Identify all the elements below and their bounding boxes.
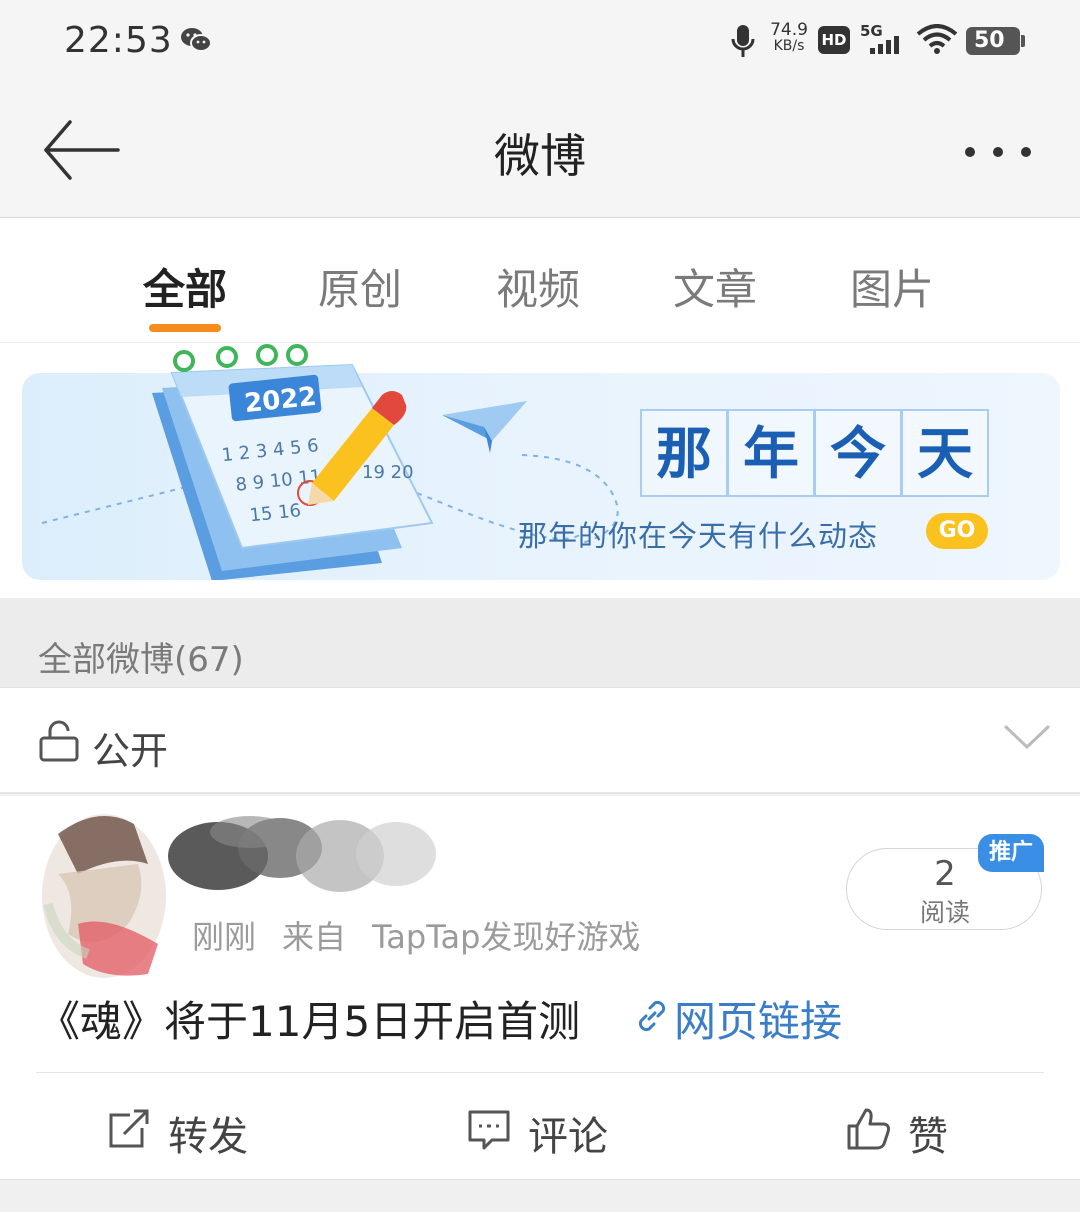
visibility-filter[interactable]: 公开 (0, 688, 1080, 794)
promote-badge[interactable]: 推广 (978, 834, 1044, 872)
go-button[interactable]: GO (926, 513, 988, 549)
post-meta: 刚刚 来自 TapTap发现好游戏 (192, 912, 640, 958)
svg-text:19 20: 19 20 (362, 462, 414, 483)
comment-icon (468, 1110, 510, 1150)
post-divider (36, 1072, 1044, 1073)
active-tab-indicator (149, 324, 221, 332)
nav-header: 微博 (0, 84, 1080, 218)
banner-title-char: 那 (640, 409, 728, 497)
network-type-label: 5G (860, 22, 883, 40)
tab-article[interactable]: 文章 (655, 256, 775, 317)
repost-label: 转发 (168, 1114, 248, 1160)
filter-tabs: 全部 原创 视频 文章 图片 (0, 218, 1080, 343)
avatar[interactable] (38, 804, 170, 980)
visibility-label: 公开 (92, 729, 169, 773)
post-source-prefix: 来自 (282, 918, 347, 956)
link-icon (638, 1000, 666, 1032)
unlock-icon (39, 720, 79, 762)
comment-label: 评论 (528, 1114, 608, 1160)
status-bar: 22:53 74.9 KB/s HD 5G 50 (0, 0, 1080, 84)
banner-title-char: 今 (814, 409, 902, 497)
username-obscured[interactable] (160, 806, 450, 902)
repost-button[interactable]: 转发 (106, 1100, 266, 1160)
on-this-day-banner[interactable]: 2022 1 2 3 4 5 6 8 9 10 11 12 15 16 19 2… (22, 344, 1060, 580)
post-time: 刚刚 (192, 918, 257, 956)
tab-original[interactable]: 原创 (300, 256, 420, 317)
comment-button[interactable]: 评论 (466, 1100, 626, 1160)
post-card: 刚刚 来自 TapTap发现好游戏 2 阅读 推广 《魂》将于11月5日开启首测 网… (0, 796, 1080, 1180)
microphone-icon (731, 25, 755, 57)
post-text: 《魂》将于11月5日开启首测 (38, 997, 581, 1046)
banner-area: 2022 1 2 3 4 5 6 8 9 10 11 12 15 16 19 2… (0, 343, 1080, 598)
signal-icon: 5G (860, 22, 899, 54)
section-title: 全部微博(67) (38, 640, 244, 680)
wechat-icon (181, 28, 212, 52)
hd-icon: HD (818, 26, 850, 54)
wifi-icon (916, 24, 958, 54)
post-source[interactable]: TapTap发现好游戏 (372, 918, 640, 956)
more-options-icon[interactable] (958, 134, 1042, 170)
like-label: 赞 (908, 1114, 948, 1160)
banner-title-char: 年 (727, 409, 815, 497)
network-speed: 74.9 KB/s (770, 20, 808, 55)
tab-all[interactable]: 全部 (125, 256, 245, 317)
banner-title-char: 天 (901, 409, 989, 497)
battery-icon: 50 (966, 27, 1025, 55)
read-label: 阅读 (919, 898, 970, 927)
banner-title: 那 年 今 天 (640, 409, 990, 497)
tab-video[interactable]: 视频 (478, 256, 598, 317)
chevron-down-icon[interactable] (1004, 724, 1050, 750)
web-link[interactable]: 网页链接 (674, 988, 842, 1049)
status-time: 22:53 (64, 20, 173, 61)
section-header: 全部微博(67) (0, 598, 1080, 688)
page-title: 微博 (494, 129, 586, 183)
tab-picture[interactable]: 图片 (832, 256, 952, 317)
banner-subtitle: 那年的你在今天有什么动态 (518, 519, 879, 553)
like-button[interactable]: 赞 (846, 1100, 966, 1160)
bottom-strip (0, 1180, 1080, 1212)
thumbs-up-icon (847, 1108, 890, 1150)
repost-icon (109, 1109, 149, 1148)
